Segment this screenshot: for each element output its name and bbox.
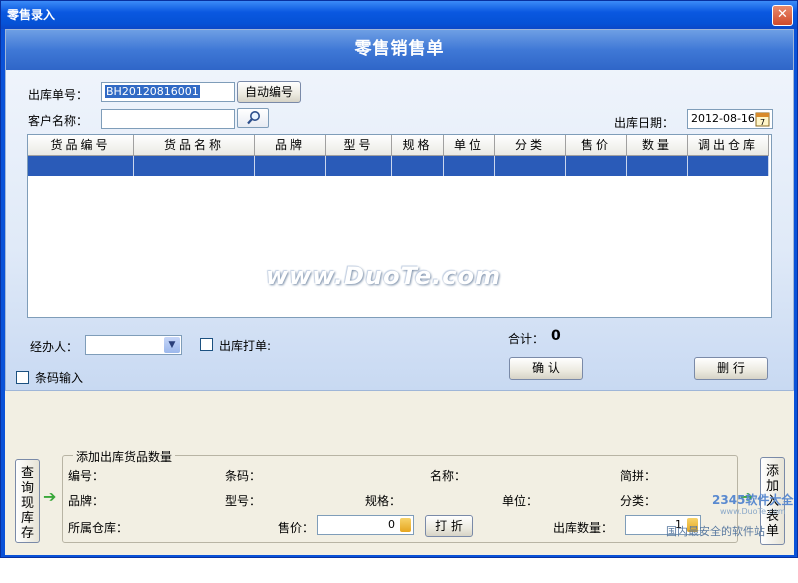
auto-number-button[interactable]: 自动编号: [237, 81, 301, 103]
total-label: 合计：: [508, 332, 545, 346]
order-no-value: BH20120816001: [105, 85, 200, 98]
column-header[interactable]: 分类: [495, 135, 566, 156]
pinyin-label: 简拼：: [620, 469, 657, 483]
handler-label: 经办人：: [30, 340, 79, 354]
price-label: 售价：: [278, 521, 315, 535]
quantity-label: 出库数量：: [553, 521, 614, 535]
retail-entry-window: 零售录入 ✕ 零售销售单 出库单号： BH20120816001 自动编号 客户…: [0, 0, 798, 558]
table-cell[interactable]: [627, 156, 688, 176]
title-bar: 零售录入 ✕: [1, 1, 797, 29]
site-logo-text: 2345软件大全: [712, 493, 794, 507]
site-logo-url: www.DuoTe.com: [720, 507, 786, 516]
customer-label: 客户名称：: [28, 114, 89, 128]
price-value: 0: [388, 518, 395, 531]
table-cell[interactable]: [134, 156, 255, 176]
window-title: 零售录入: [7, 8, 56, 22]
table-cell[interactable]: [28, 156, 134, 176]
brand-label: 品牌：: [68, 494, 105, 508]
column-header[interactable]: 数量: [627, 135, 688, 156]
barcode-checkbox[interactable]: [16, 371, 29, 384]
site-logo: 2345软件大全 www.DuoTe.com 国内最安全的软件站: [660, 489, 798, 583]
confirm-button[interactable]: 确 认: [509, 357, 583, 380]
date-input[interactable]: 2012-08-16 7: [687, 109, 773, 129]
table-cell[interactable]: [255, 156, 326, 176]
print-label: 出库打单:: [219, 339, 272, 353]
sales-order-panel: 零售销售单 出库单号： BH20120816001 自动编号 客户名称： 出库日…: [5, 29, 794, 391]
watermark-text: www.DuoTe.com: [266, 262, 501, 290]
table-cell[interactable]: [495, 156, 566, 176]
column-header[interactable]: 单位: [444, 135, 495, 156]
chevron-down-icon[interactable]: ▼: [164, 337, 180, 353]
order-no-label: 出库单号：: [28, 88, 89, 102]
table-cell[interactable]: [392, 156, 444, 176]
column-header[interactable]: 规格: [392, 135, 444, 156]
column-header[interactable]: 品牌: [255, 135, 326, 156]
magnifier-icon: [247, 111, 260, 125]
order-no-input[interactable]: BH20120816001: [101, 82, 235, 102]
column-header[interactable]: 调出仓库: [688, 135, 769, 156]
discount-button[interactable]: 打 折: [425, 515, 473, 537]
query-stock-label: 查询现库存: [21, 466, 35, 541]
close-button[interactable]: ✕: [772, 5, 793, 26]
name-label: 名称：: [430, 469, 467, 483]
spinner-icon[interactable]: [400, 518, 411, 532]
query-stock-button[interactable]: 查询现库存: [15, 459, 40, 543]
customer-search-button[interactable]: [237, 108, 269, 128]
barcode-input-label: 条码输入: [35, 371, 84, 385]
category-label: 分类：: [620, 494, 657, 508]
customer-input[interactable]: [101, 109, 235, 129]
calendar-icon[interactable]: 7: [755, 111, 770, 127]
groupbox-title: 添加出库货品数量: [73, 448, 176, 465]
delete-row-button[interactable]: 删 行: [694, 357, 768, 380]
green-arrow-icon: ➔: [43, 487, 57, 506]
price-input[interactable]: 0: [317, 515, 414, 535]
grid-header-row: 货品编号 货品名称 品牌 型号 规格 单位 分类 售价 数量 调出仓库: [28, 135, 769, 156]
column-header[interactable]: 型号: [326, 135, 392, 156]
table-cell[interactable]: [444, 156, 495, 176]
barcode-label: 条码：: [225, 469, 262, 483]
spec-label: 规格：: [365, 494, 402, 508]
unit-label: 单位：: [502, 494, 539, 508]
table-row[interactable]: [28, 156, 769, 176]
column-header[interactable]: 货品名称: [134, 135, 255, 156]
table-cell[interactable]: [566, 156, 627, 176]
code-label: 编号：: [68, 469, 105, 483]
total-value: 0: [551, 328, 561, 344]
column-header[interactable]: 货品编号: [28, 135, 134, 156]
warehouse-label: 所属仓库：: [68, 521, 129, 535]
print-checkbox[interactable]: [200, 338, 213, 351]
column-header[interactable]: 售价: [566, 135, 627, 156]
client-area: 零售销售单 出库单号： BH20120816001 自动编号 客户名称： 出库日…: [5, 29, 794, 555]
date-label: 出库日期：: [614, 116, 675, 130]
banner-title: 零售销售单: [6, 30, 793, 70]
table-cell[interactable]: [688, 156, 769, 176]
model-label: 型号：: [225, 494, 262, 508]
close-icon: ✕: [777, 7, 788, 22]
site-slogan: 国内最安全的软件站: [666, 525, 765, 538]
date-value: 2012-08-16: [691, 112, 755, 125]
handler-select[interactable]: ▼: [85, 335, 182, 355]
svg-text:7: 7: [760, 118, 765, 127]
table-cell[interactable]: [326, 156, 392, 176]
goods-grid[interactable]: 货品编号 货品名称 品牌 型号 规格 单位 分类 售价 数量 调出仓库: [27, 134, 772, 318]
